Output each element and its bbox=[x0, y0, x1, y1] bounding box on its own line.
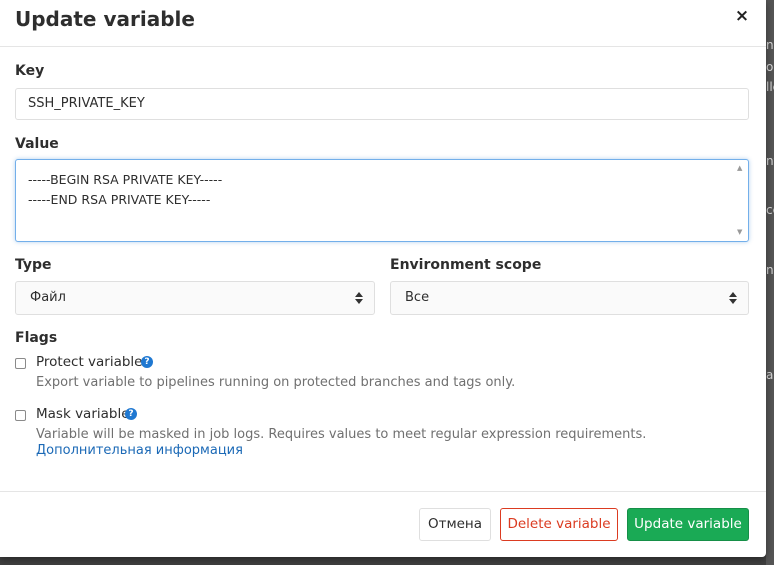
more-info-link[interactable]: Дополнительная информация bbox=[36, 443, 243, 458]
backdrop-text: ne bbox=[766, 263, 774, 277]
mask-variable-checkbox[interactable] bbox=[15, 410, 26, 421]
backdrop-text: na bbox=[766, 38, 774, 52]
footer-divider bbox=[0, 491, 766, 492]
value-label: Value bbox=[15, 136, 59, 152]
environment-scope-value: Все bbox=[405, 290, 430, 305]
modal-header: Update variable × bbox=[0, 0, 766, 47]
textarea-scrollbar[interactable]: ▲ ▼ bbox=[736, 162, 746, 239]
update-variable-modal: Update variable × Key SSH_PRIVATE_KEY Va… bbox=[0, 0, 766, 557]
flags-label: Flags bbox=[15, 330, 58, 346]
type-select[interactable]: Файл bbox=[15, 281, 375, 315]
value-line: -----BEGIN RSA PRIVATE KEY----- bbox=[28, 172, 223, 187]
mask-variable-label[interactable]: Mask variable bbox=[36, 406, 130, 422]
key-input-value: SSH_PRIVATE_KEY bbox=[28, 96, 145, 111]
backdrop-text: ce bbox=[766, 203, 774, 217]
delete-variable-button[interactable]: Delete variable bbox=[500, 508, 618, 541]
backdrop-text: a bbox=[766, 368, 774, 382]
protect-variable-label[interactable]: Protect variable bbox=[36, 354, 142, 370]
backdrop-text: lle bbox=[766, 80, 774, 94]
modal-title: Update variable bbox=[15, 7, 195, 31]
help-icon[interactable]: ? bbox=[141, 356, 153, 368]
help-icon[interactable]: ? bbox=[125, 408, 137, 420]
value-textarea[interactable]: -----BEGIN RSA PRIVATE KEY----- -----END… bbox=[15, 159, 749, 242]
environment-scope-select[interactable]: Все bbox=[390, 281, 749, 315]
protect-variable-help: Export variable to pipelines running on … bbox=[36, 375, 516, 390]
select-caret-icon bbox=[729, 292, 737, 304]
value-line: -----END RSA PRIVATE KEY----- bbox=[28, 192, 211, 207]
environment-scope-label: Environment scope bbox=[390, 257, 542, 273]
page-backdrop: na ou lle nt ce ne a bbox=[766, 0, 774, 565]
backdrop-text: nt bbox=[766, 154, 774, 168]
scroll-up-icon[interactable]: ▲ bbox=[737, 164, 742, 172]
close-icon[interactable]: × bbox=[734, 5, 750, 27]
type-label: Type bbox=[15, 257, 52, 273]
update-variable-button[interactable]: Update variable bbox=[627, 508, 749, 541]
cancel-button[interactable]: Отмена bbox=[419, 508, 491, 541]
select-caret-icon bbox=[355, 292, 363, 304]
mask-variable-help: Variable will be masked in job logs. Req… bbox=[36, 427, 647, 442]
type-select-value: Файл bbox=[30, 290, 66, 305]
backdrop-text: ou bbox=[766, 60, 774, 74]
key-input[interactable]: SSH_PRIVATE_KEY bbox=[15, 88, 749, 120]
protect-variable-checkbox[interactable] bbox=[15, 358, 26, 369]
scroll-down-icon[interactable]: ▼ bbox=[737, 228, 742, 236]
key-label: Key bbox=[15, 63, 45, 79]
